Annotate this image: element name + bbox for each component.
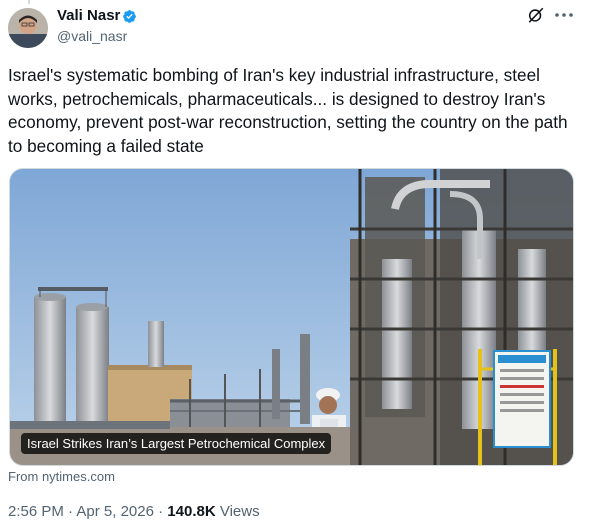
meta-separator: · bbox=[63, 503, 77, 520]
author-handle[interactable]: @vali_nasr bbox=[57, 28, 127, 44]
tweet-text: Israel's systematic bombing of Iran's ke… bbox=[8, 65, 568, 156]
card-source[interactable]: From nytimes.com bbox=[8, 469, 115, 484]
grok-icon[interactable] bbox=[527, 6, 545, 24]
profile-photo-icon bbox=[8, 8, 48, 48]
tweet-date[interactable]: Apr 5, 2026 bbox=[76, 503, 154, 520]
tweet-meta: 2:56 PM · Apr 5, 2026 · 140.8K Views bbox=[8, 503, 260, 520]
views-label: Views bbox=[215, 503, 260, 520]
views-count: 140.8K bbox=[167, 503, 216, 520]
link-card[interactable]: Israel Strikes Iran’s Largest Petrochemi… bbox=[9, 168, 574, 466]
tweet-time[interactable]: 2:56 PM bbox=[8, 503, 64, 520]
petrochemical-plant-image bbox=[10, 169, 573, 465]
verified-badge-icon bbox=[123, 10, 136, 23]
author-name[interactable]: Vali Nasr bbox=[57, 7, 120, 24]
more-dots-icon[interactable] bbox=[553, 5, 575, 25]
meta-separator: · bbox=[153, 503, 168, 520]
thread-connector bbox=[28, 0, 30, 4]
card-caption: Israel Strikes Iran’s Largest Petrochemi… bbox=[21, 433, 332, 454]
avatar[interactable] bbox=[8, 8, 48, 48]
